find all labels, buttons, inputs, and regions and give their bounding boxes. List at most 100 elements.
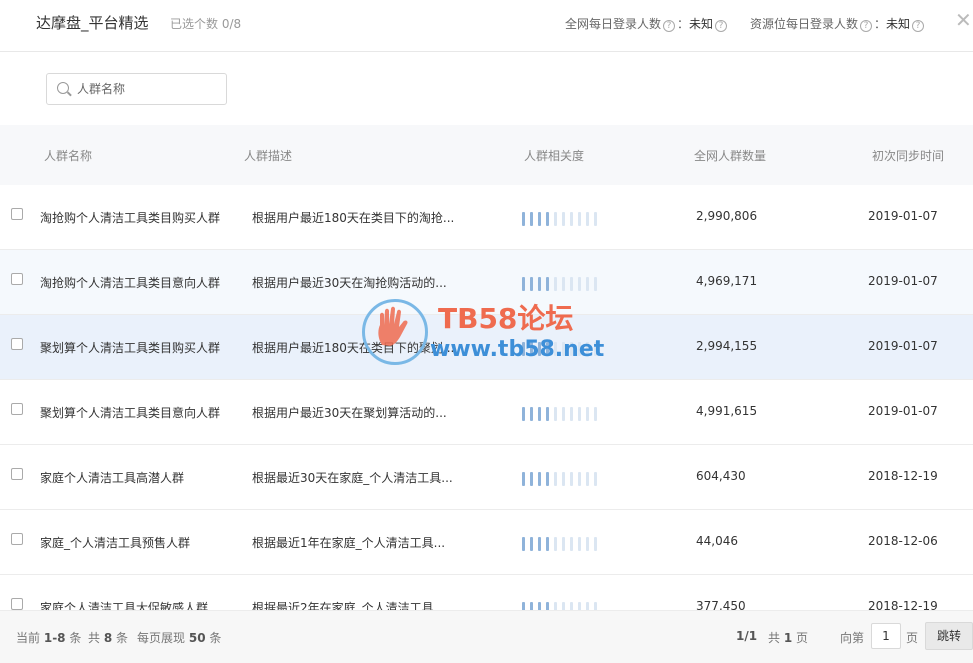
row-checkbox[interactable] bbox=[11, 468, 23, 480]
search-input[interactable] bbox=[77, 80, 217, 98]
relevance-bar bbox=[554, 472, 557, 486]
relevance-bar bbox=[586, 277, 589, 291]
pagination-footer: 当前 1-8 条 共 8 条 每页展现 50 条 1/1 共 1 页 向第 页 … bbox=[0, 610, 973, 663]
relevance-bar bbox=[594, 537, 597, 551]
relevance-bar bbox=[578, 407, 581, 421]
relevance-bar bbox=[586, 472, 589, 486]
relevance-bar bbox=[546, 212, 549, 226]
relevance-bar bbox=[578, 277, 581, 291]
column-header-name: 人群名称 bbox=[44, 149, 93, 163]
relevance-bar bbox=[522, 407, 525, 421]
audience-description: 根据用户最近180天在类目下的淘抢... bbox=[252, 211, 455, 225]
relevance-bar bbox=[546, 602, 549, 610]
table-row[interactable]: 家庭个人清洁工具大促敏感人群 根据最近2年在家庭_个人清洁工具... 377,4… bbox=[0, 575, 973, 610]
relevance-bar bbox=[586, 602, 589, 610]
search-icon bbox=[57, 82, 69, 94]
relevance-bar bbox=[570, 602, 573, 610]
relevance-bar bbox=[578, 472, 581, 486]
audience-name: 淘抢购个人清洁工具类目购买人群 bbox=[40, 211, 221, 225]
audience-count: 2,994,155 bbox=[696, 339, 758, 353]
sync-date: 2018-12-06 bbox=[868, 534, 938, 548]
audience-description: 根据最近1年在家庭_个人清洁工具... bbox=[252, 536, 446, 550]
row-checkbox[interactable] bbox=[11, 533, 23, 545]
relevance-bar bbox=[594, 212, 597, 226]
audience-name: 聚划算个人清洁工具类目意向人群 bbox=[40, 406, 221, 420]
table-row[interactable]: 家庭_个人清洁工具预售人群 根据最近1年在家庭_个人清洁工具... 44,046… bbox=[0, 510, 973, 575]
relevance-bar bbox=[554, 602, 557, 610]
audience-count: 4,969,171 bbox=[696, 274, 758, 288]
audience-count: 377,450 bbox=[696, 599, 746, 610]
relevance-bar bbox=[538, 537, 541, 551]
column-header-sync-time: 初次同步时间 bbox=[872, 149, 945, 163]
relevance-bar bbox=[546, 407, 549, 421]
row-checkbox[interactable] bbox=[11, 338, 23, 350]
table-row[interactable]: 聚划算个人清洁工具类目意向人群 根据用户最近30天在聚划算活动的... 4,99… bbox=[0, 380, 973, 445]
relevance-bar bbox=[530, 212, 533, 226]
metric-slot-daily-logins: 资源位每日登录人数? ：未知? bbox=[750, 15, 926, 32]
table-row[interactable]: 家庭个人清洁工具高潜人群 根据最近30天在家庭_个人清洁工具... 604,43… bbox=[0, 445, 973, 510]
page-number-input[interactable] bbox=[871, 623, 901, 649]
audience-count: 2,990,806 bbox=[696, 209, 758, 223]
audience-description: 根据最近30天在家庭_个人清洁工具... bbox=[252, 471, 453, 485]
relevance-bar bbox=[530, 537, 533, 551]
table-header: 人群名称 人群描述 人群相关度 全网人群数量 初次同步时间 bbox=[0, 125, 973, 185]
relevance-bar bbox=[530, 342, 533, 356]
relevance-bar bbox=[546, 342, 549, 356]
help-icon[interactable]: ? bbox=[663, 20, 676, 32]
relevance-bar bbox=[538, 277, 541, 291]
row-checkbox[interactable] bbox=[11, 208, 23, 220]
relevance-bar bbox=[570, 537, 573, 551]
table-row[interactable]: 淘抢购个人清洁工具类目购买人群 根据用户最近180天在类目下的淘抢... 2,9… bbox=[0, 185, 973, 250]
relevance-bar bbox=[522, 602, 525, 610]
current-range: 当前 1-8 条 bbox=[16, 631, 82, 645]
relevance-bar bbox=[570, 277, 573, 291]
relevance-bar bbox=[586, 537, 589, 551]
metric-slot-value: 未知 bbox=[886, 17, 911, 31]
metric-global-value: 未知 bbox=[689, 17, 714, 31]
jump-button[interactable]: 跳转 bbox=[925, 622, 973, 650]
metric-global-label: 全网每日登录人数 bbox=[565, 17, 662, 31]
metric-global-daily-logins: 全网每日登录人数? ：未知? bbox=[565, 15, 729, 32]
relevance-bar bbox=[538, 212, 541, 226]
audience-name: 家庭个人清洁工具高潜人群 bbox=[40, 471, 185, 485]
relevance-bar bbox=[554, 407, 557, 421]
relevance-bar bbox=[546, 537, 549, 551]
page-fraction: 1/1 bbox=[736, 629, 758, 643]
row-checkbox[interactable] bbox=[11, 598, 23, 610]
relevance-bar bbox=[594, 407, 597, 421]
row-checkbox[interactable] bbox=[11, 273, 23, 285]
relevance-bar bbox=[594, 342, 597, 356]
relevance-bar bbox=[546, 472, 549, 486]
column-header-audience-count: 全网人群数量 bbox=[694, 149, 767, 163]
relevance-bar bbox=[578, 602, 581, 610]
close-icon[interactable]: ✕ bbox=[955, 10, 972, 30]
sync-date: 2019-01-07 bbox=[868, 274, 938, 288]
relevance-bar bbox=[530, 602, 533, 610]
table-row[interactable]: 淘抢购个人清洁工具类目意向人群 根据用户最近30天在淘抢购活动的... 4,96… bbox=[0, 250, 973, 315]
relevance-bar bbox=[522, 537, 525, 551]
audience-description: 根据最近2年在家庭_个人清洁工具... bbox=[252, 601, 446, 610]
table-row[interactable]: 聚划算个人清洁工具类目购买人群 根据用户最近180天在类目下的聚划... 2,9… bbox=[0, 315, 973, 380]
help-icon[interactable]: ? bbox=[912, 20, 925, 32]
help-icon[interactable]: ? bbox=[860, 20, 873, 32]
relevance-bar bbox=[586, 342, 589, 356]
relevance-bar bbox=[562, 472, 565, 486]
sync-date: 2018-12-19 bbox=[868, 599, 938, 610]
metric-slot-label: 资源位每日登录人数 bbox=[750, 17, 859, 31]
relevance-bar bbox=[538, 602, 541, 610]
selected-count: 已选个数 0/8 bbox=[170, 17, 242, 31]
relevance-bar bbox=[522, 212, 525, 226]
relevance-bar bbox=[586, 212, 589, 226]
relevance-bar bbox=[594, 277, 597, 291]
relevance-bar bbox=[578, 212, 581, 226]
column-header-relevance: 人群相关度 bbox=[524, 149, 585, 163]
audience-count: 604,430 bbox=[696, 469, 746, 483]
audience-description: 根据用户最近30天在聚划算活动的... bbox=[252, 406, 447, 420]
help-icon[interactable]: ? bbox=[715, 20, 728, 32]
audience-count: 44,046 bbox=[696, 534, 738, 548]
audience-description: 根据用户最近180天在类目下的聚划... bbox=[252, 341, 455, 355]
search-box[interactable] bbox=[46, 73, 227, 105]
row-checkbox[interactable] bbox=[11, 403, 23, 415]
relevance-bar bbox=[570, 407, 573, 421]
relevance-bar bbox=[562, 602, 565, 610]
